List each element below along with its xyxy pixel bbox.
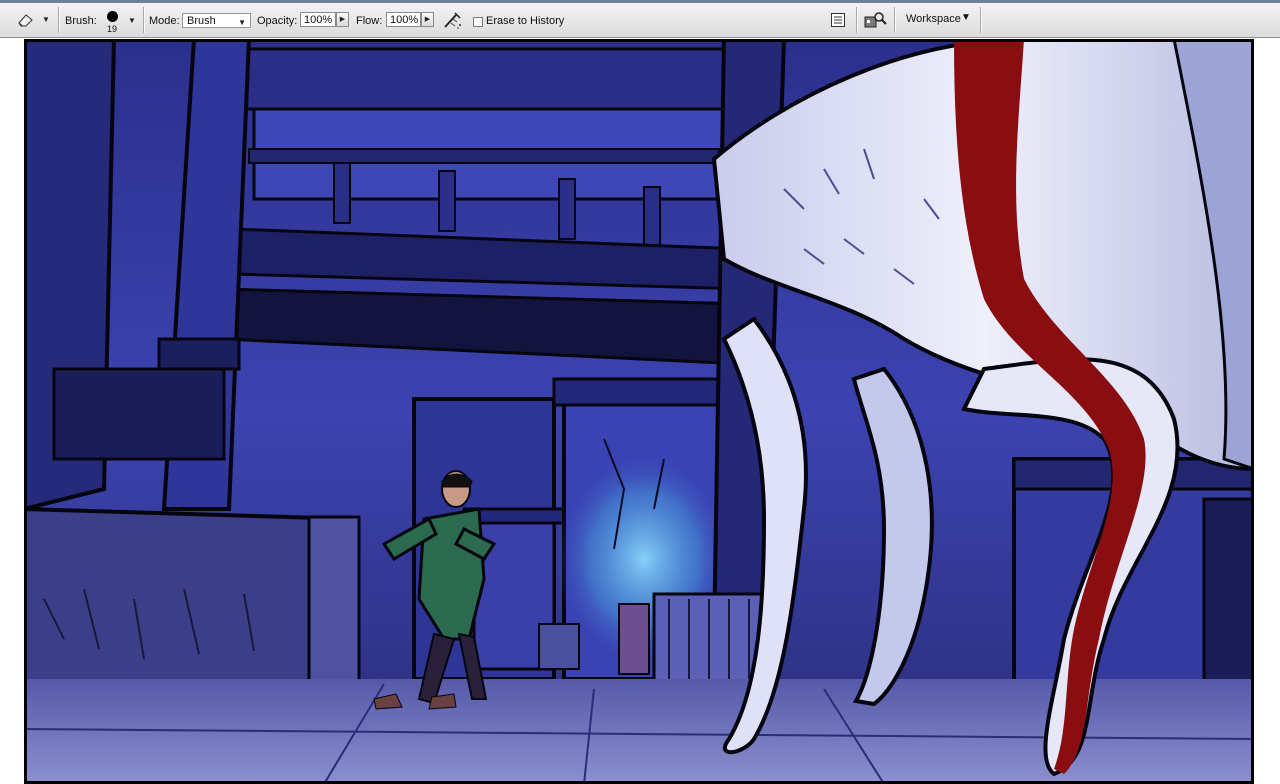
comic-artwork <box>24 39 1254 784</box>
opacity-label: Opacity: <box>257 15 298 27</box>
brush-tip-icon <box>107 11 118 22</box>
file-browser-icon <box>864 12 887 28</box>
palette-well-icon <box>831 13 845 27</box>
opacity-value: 100% <box>304 14 333 26</box>
opacity-input[interactable]: 100% <box>300 12 336 27</box>
palette-well-button[interactable] <box>830 12 848 30</box>
chevron-down-icon: ▼ <box>42 15 50 24</box>
airbrush-button[interactable] <box>442 10 466 30</box>
separator <box>894 7 896 33</box>
flow-input[interactable]: 100% <box>386 12 421 27</box>
brush-label: Brush: <box>65 15 97 27</box>
tool-preset-picker[interactable]: ▼ <box>16 11 52 29</box>
separator <box>856 7 858 33</box>
caret-down-icon: ▼ <box>961 12 971 23</box>
flow-value: 100% <box>390 14 419 26</box>
erase-to-history-checkbox[interactable] <box>473 17 483 27</box>
workspace-menu[interactable]: Workspace ▼ <box>904 12 974 28</box>
mode-label: Mode: <box>149 15 180 27</box>
chevron-down-icon: ▼ <box>238 18 246 27</box>
mode-value: Brush <box>187 15 216 27</box>
mode-select[interactable]: Brush ▼ <box>182 13 251 28</box>
brush-picker[interactable]: 19 ▼ <box>104 8 138 36</box>
separator <box>980 7 982 33</box>
airbrush-icon <box>444 12 461 29</box>
flow-slider-button[interactable]: ▶ <box>421 12 434 27</box>
eraser-icon <box>18 14 33 27</box>
workspace-label: Workspace <box>906 13 961 25</box>
tool-options-bar: ▼ Brush: 19 ▼ Mode: Brush ▼ Opacity: 100… <box>0 3 1280 38</box>
opacity-slider-button[interactable]: ▶ <box>336 12 349 27</box>
brush-size: 19 <box>107 24 118 34</box>
chevron-down-icon: ▼ <box>128 16 136 25</box>
separator <box>58 7 60 33</box>
flow-label: Flow: <box>356 15 383 27</box>
separator <box>143 7 145 33</box>
document-canvas[interactable] <box>24 39 1254 784</box>
file-browser-button[interactable] <box>863 11 887 31</box>
erase-to-history-label[interactable]: Erase to History <box>486 14 564 28</box>
